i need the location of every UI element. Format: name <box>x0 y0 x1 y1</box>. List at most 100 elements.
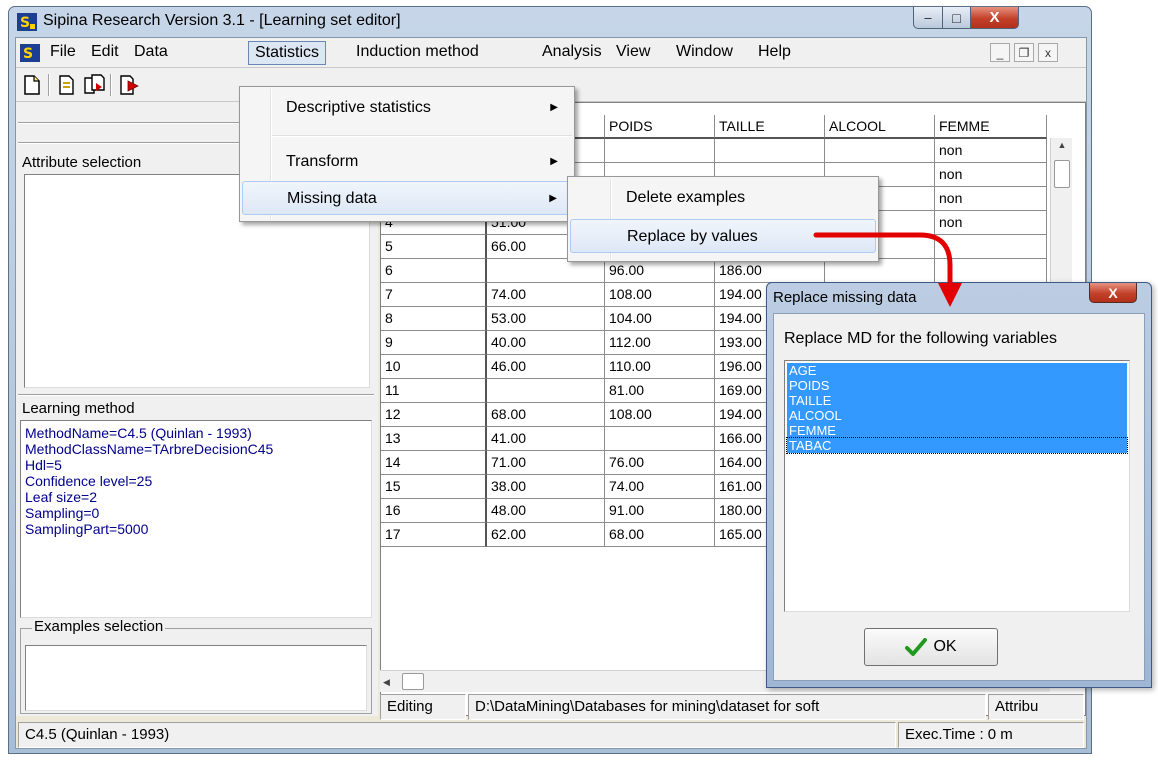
mdi-close-button[interactable]: x <box>1038 43 1058 62</box>
menu-window[interactable]: Window <box>670 41 739 65</box>
row-header[interactable]: 10 <box>381 355 487 379</box>
column-header[interactable]: POIDS <box>605 115 715 139</box>
menu-data[interactable]: Data <box>128 41 174 65</box>
variable-item-age[interactable]: AGE <box>787 363 1127 378</box>
grid-cell[interactable]: 53.00 <box>487 307 605 331</box>
sipina-app-icon: S <box>17 13 37 31</box>
row-header[interactable]: 8 <box>381 307 487 331</box>
variable-item-tabac[interactable]: TABAC <box>786 437 1128 454</box>
row-header[interactable]: 15 <box>381 475 487 499</box>
variable-item-alcool[interactable]: ALCOOL <box>787 408 1127 423</box>
menu-help[interactable]: Help <box>752 41 797 65</box>
grid-cell[interactable]: 68.00 <box>605 523 715 547</box>
menu-item-descriptive-statistics[interactable]: Descriptive statistics ▶ <box>242 91 572 125</box>
column-header[interactable]: TAILLE <box>715 115 825 139</box>
row-header[interactable]: 5 <box>381 235 487 259</box>
panel-splitter[interactable] <box>18 394 374 396</box>
grid-cell[interactable] <box>605 139 715 163</box>
grid-cell[interactable]: 108.00 <box>605 403 715 427</box>
row-header[interactable]: 13 <box>381 427 487 451</box>
grid-cell[interactable]: 38.00 <box>487 475 605 499</box>
horizontal-scroll-thumb[interactable] <box>402 673 424 690</box>
grid-cell[interactable]: 68.00 <box>487 403 605 427</box>
variable-item-poids[interactable]: POIDS <box>787 378 1127 393</box>
menu-analysis[interactable]: Analysis <box>536 41 608 65</box>
grid-cell[interactable] <box>487 379 605 403</box>
close-button[interactable]: X <box>971 7 1019 29</box>
grid-cell[interactable]: 186.00 <box>715 259 825 283</box>
grid-cell[interactable]: 62.00 <box>487 523 605 547</box>
grid-cell[interactable]: non <box>935 139 1047 163</box>
menu-edit[interactable]: Edit <box>85 41 125 65</box>
grid-cell[interactable]: 48.00 <box>487 499 605 523</box>
grid-cell[interactable]: non <box>935 163 1047 187</box>
variable-item-femme[interactable]: FEMME <box>787 423 1127 438</box>
mdi-restore-button[interactable]: ❐ <box>1014 43 1034 62</box>
grid-cell[interactable]: 110.00 <box>605 355 715 379</box>
grid-cell[interactable] <box>825 139 935 163</box>
menu-statistics[interactable]: Statistics <box>248 41 327 65</box>
window-title: Sipina Research Version 3.1 - [Learning … <box>43 12 401 29</box>
run-icon[interactable] <box>118 73 142 97</box>
row-header[interactable]: 6 <box>381 259 487 283</box>
scroll-left-icon[interactable]: ◀ <box>383 674 397 690</box>
vertical-scroll-thumb[interactable] <box>1054 160 1070 188</box>
menu-item-delete-examples[interactable]: Delete examples <box>570 181 876 215</box>
status-attr: Attribu <box>988 694 1084 720</box>
replace-missing-data-dialog: Replace missing data X Replace MD for th… <box>766 282 1152 688</box>
grid-cell[interactable]: 91.00 <box>605 499 715 523</box>
mdi-child-icon[interactable]: S <box>20 44 40 62</box>
grid-cell[interactable]: 46.00 <box>487 355 605 379</box>
grid-cell[interactable]: 40.00 <box>487 331 605 355</box>
dialog-close-button[interactable]: X <box>1089 283 1137 303</box>
row-header[interactable]: 17 <box>381 523 487 547</box>
menu-induction-method[interactable]: Induction method <box>350 41 485 65</box>
ok-button[interactable]: OK <box>864 628 998 666</box>
checkmark-icon <box>905 638 928 656</box>
row-header[interactable]: 16 <box>381 499 487 523</box>
row-header[interactable]: 7 <box>381 283 487 307</box>
grid-cell[interactable]: 74.00 <box>487 283 605 307</box>
grid-cell[interactable]: 96.00 <box>605 259 715 283</box>
grid-cell[interactable]: 81.00 <box>605 379 715 403</box>
menu-file[interactable]: File <box>44 41 82 65</box>
grid-cell[interactable]: 71.00 <box>487 451 605 475</box>
mdi-minimize-button[interactable]: _ <box>990 43 1010 62</box>
row-header[interactable]: 14 <box>381 451 487 475</box>
grid-cell[interactable] <box>715 139 825 163</box>
grid-cell[interactable]: 76.00 <box>605 451 715 475</box>
status-method: C4.5 (Quinlan - 1993) <box>18 722 896 748</box>
variables-list[interactable]: AGE POIDS TAILLE ALCOOL FEMME TABAC <box>784 360 1130 612</box>
grid-cell[interactable]: 108.00 <box>605 283 715 307</box>
row-header[interactable]: 12 <box>381 403 487 427</box>
menu-item-label: Transform <box>286 153 359 170</box>
close-icon: X <box>989 9 1000 26</box>
row-header[interactable]: 11 <box>381 379 487 403</box>
grid-cell[interactable] <box>605 427 715 451</box>
grid-cell[interactable] <box>487 259 605 283</box>
menu-item-transform[interactable]: Transform ▶ <box>242 145 572 179</box>
grid-cell[interactable]: 74.00 <box>605 475 715 499</box>
grid-cell[interactable]: 104.00 <box>605 307 715 331</box>
examples-selection-box[interactable] <box>25 645 367 711</box>
row-header[interactable]: 9 <box>381 331 487 355</box>
column-header[interactable]: FEMME <box>935 115 1047 139</box>
variable-item-taille[interactable]: TAILLE <box>787 393 1127 408</box>
new-document-icon[interactable] <box>20 73 44 97</box>
menu-item-missing-data[interactable]: Missing data ▶ <box>242 181 572 215</box>
maximize-button[interactable]: □ <box>943 7 971 29</box>
copy-icon[interactable] <box>56 73 80 97</box>
grid-cell[interactable]: 112.00 <box>605 331 715 355</box>
minimize-button[interactable]: – <box>913 7 943 29</box>
menu-view[interactable]: View <box>610 41 656 65</box>
scroll-up-icon[interactable]: ▲ <box>1054 140 1070 156</box>
toolbar-separator <box>48 74 50 96</box>
status-exec-time: Exec.Time : 0 m <box>898 722 1084 748</box>
title-bar[interactable]: S Sipina Research Version 3.1 - [Learnin… <box>9 7 1091 37</box>
column-header[interactable]: ALCOOL <box>825 115 935 139</box>
paste-icon[interactable] <box>82 73 106 97</box>
submenu-arrow-icon: ▶ <box>550 156 558 167</box>
close-icon: X <box>1108 284 1118 301</box>
grid-cell[interactable]: non <box>935 187 1047 211</box>
grid-cell[interactable]: 41.00 <box>487 427 605 451</box>
